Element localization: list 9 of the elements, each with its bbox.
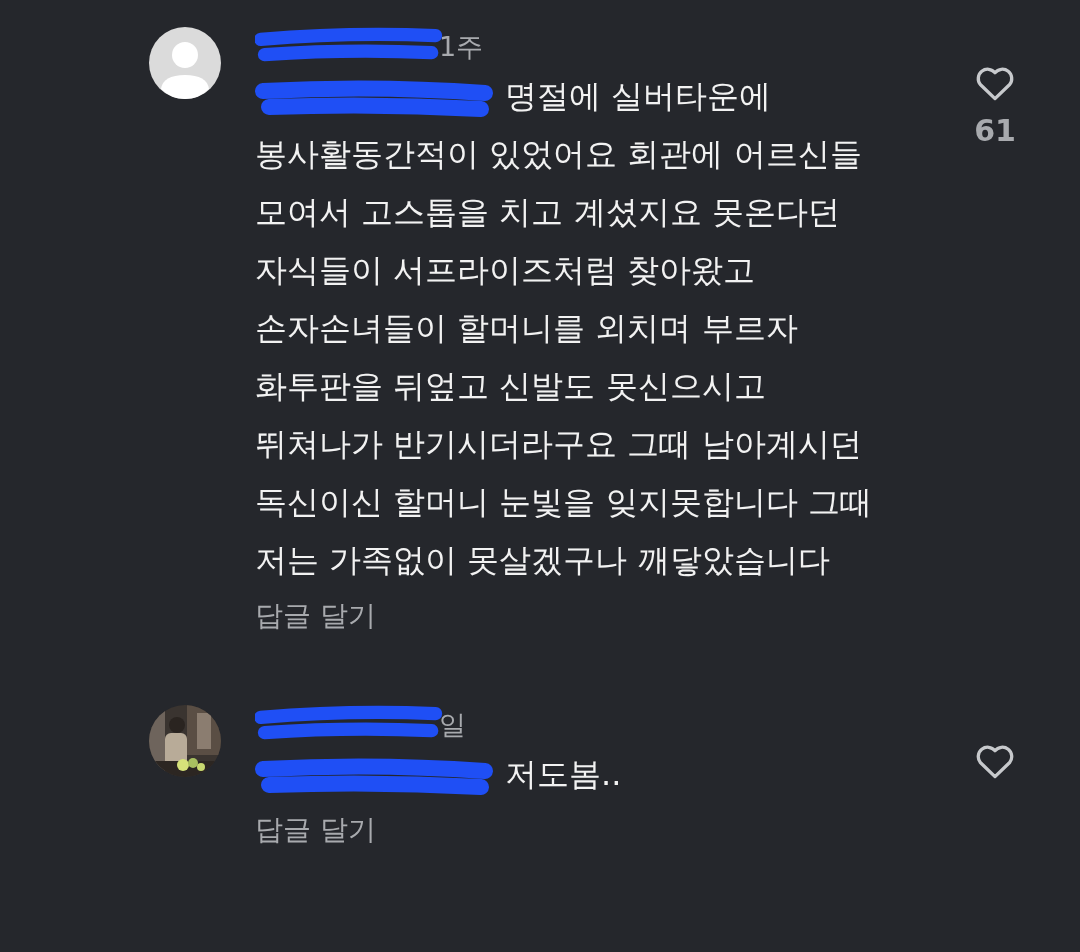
comment-time: 1주 bbox=[439, 30, 484, 64]
avatar-icon[interactable] bbox=[149, 27, 221, 99]
comment-time: 일 bbox=[439, 708, 466, 742]
comment-text: 저도봄.. bbox=[505, 754, 622, 795]
like-count: 61 bbox=[974, 113, 1016, 148]
comment-text: 봉사활동간적이 있었어요 회관에 어르신들 모여서 고스톱을 치고 계셨지요 못온다던 자식들이 서프라이즈처럼 찾아왔고 손자손녀들이 할머니를 외치며 부르자 화투판을 뒤엎고 신발도 못신으시고 뛰쳐나가 반기시더라구요 그때 남아계시던 독신이신 할머니 눈빛을 잊지못합니다 그때 저는 가족없이 못살겠구나 깨닿았습니다 bbox=[255, 134, 873, 581]
comment-text: 명절에 실버타운에 bbox=[505, 76, 772, 117]
reply-link[interactable]: 답글 달기 bbox=[255, 811, 376, 849]
reply-link[interactable]: 답글 달기 bbox=[255, 597, 376, 635]
